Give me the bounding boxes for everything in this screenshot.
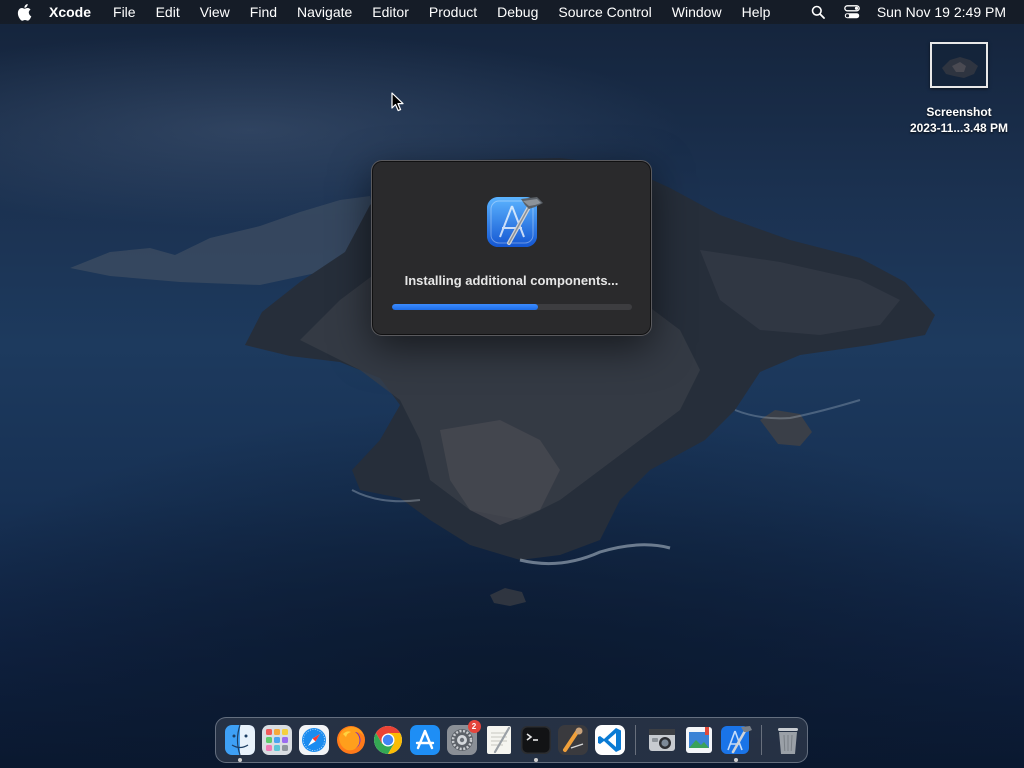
xcode-running-indicator [733,758,738,762]
mouse-cursor-icon [391,92,404,112]
app-store-icon[interactable] [409,724,441,756]
menu-file[interactable]: File [113,0,136,24]
launchpad-icon[interactable] [261,724,293,756]
dock-separator [635,725,636,755]
xcode-icon[interactable] [720,724,752,762]
desktop-file-name-line2: 2023-11...3.48 PM [909,121,1009,135]
finder-icon[interactable] [224,724,256,762]
apple-menu-icon[interactable] [17,3,35,21]
terminal-running-indicator [533,758,538,762]
install-progress-fill [392,304,539,310]
menu-editor[interactable]: Editor [372,0,409,24]
screenshot-thumbnail [930,42,988,88]
menu-view[interactable]: View [200,0,230,24]
screenshot-icon[interactable] [646,724,678,756]
dock: 2 [215,717,808,763]
menu-find[interactable]: Find [250,0,277,24]
desktop-file-name-line1: Screenshot [926,105,992,119]
menu-navigate[interactable]: Navigate [297,0,352,24]
xcode-app-icon [485,193,545,251]
menu-source-control[interactable]: Source Control [558,0,651,24]
installing-components-dialog: Installing additional components... [371,160,652,336]
control-center-icon[interactable] [843,3,861,21]
desktop [0,0,1024,768]
chrome-icon[interactable] [372,724,404,756]
menu-bar-clock[interactable]: Sun Nov 19 2:49 PM [877,4,1006,20]
menu-help[interactable]: Help [742,0,771,24]
menu-app-name[interactable]: Xcode [49,0,91,24]
vscode-icon[interactable] [594,724,626,756]
trash-icon[interactable] [772,724,804,756]
dock-separator-trash [761,725,762,755]
install-progress-bar [392,304,632,310]
spotlight-search-icon[interactable] [809,3,827,21]
textedit-icon[interactable] [483,724,515,756]
menu-bar: Xcode File Edit View Find Navigate Edito… [0,0,1024,24]
menu-product[interactable]: Product [429,0,477,24]
firefox-icon[interactable] [335,724,367,756]
menu-bar-status-area: Sun Nov 19 2:49 PM [793,0,1006,24]
menu-edit[interactable]: Edit [156,0,180,24]
safari-icon[interactable] [298,724,330,756]
menu-window[interactable]: Window [672,0,722,24]
menu-debug[interactable]: Debug [497,0,538,24]
terminal-icon[interactable] [520,724,552,762]
wallpaper [70,158,935,606]
instruments-icon[interactable] [557,724,589,756]
finder-running-indicator [237,758,242,762]
system-settings-icon[interactable]: 2 [446,720,481,756]
preview-icon[interactable] [683,724,715,756]
settings-notification-badge: 2 [467,720,481,733]
install-status-message: Installing additional components... [404,273,619,288]
desktop-screenshot-file[interactable]: Screenshot 2023-11...3.48 PM [900,42,1018,136]
